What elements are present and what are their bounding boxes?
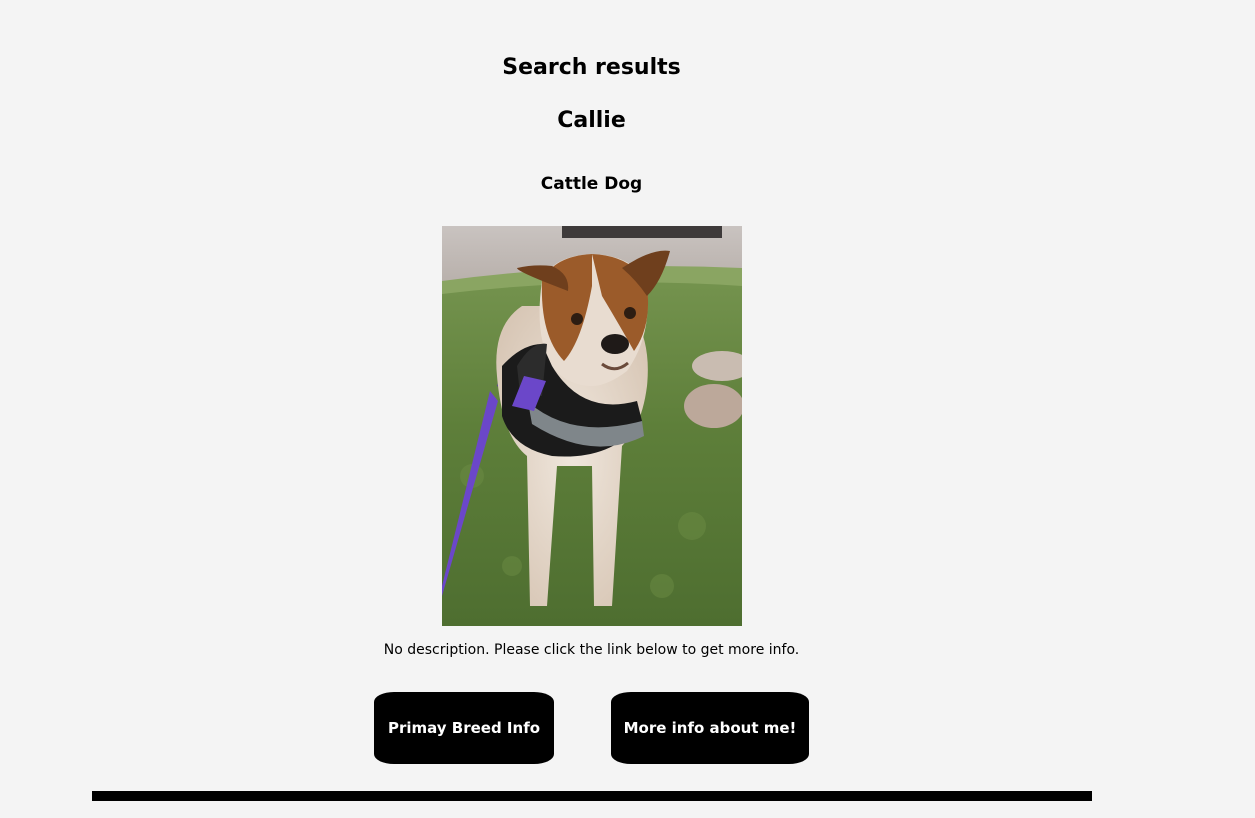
pet-breed: Cattle Dog: [540, 174, 643, 194]
pet-photo: [442, 226, 742, 626]
page-title: Search results: [502, 55, 681, 80]
pet-name: Callie: [557, 108, 626, 133]
more-info-button[interactable]: More info about me!: [611, 692, 809, 764]
primary-breed-info-button[interactable]: Primay Breed Info: [374, 692, 554, 764]
pet-description: No description. Please click the link be…: [383, 642, 800, 658]
divider: [92, 791, 1092, 801]
